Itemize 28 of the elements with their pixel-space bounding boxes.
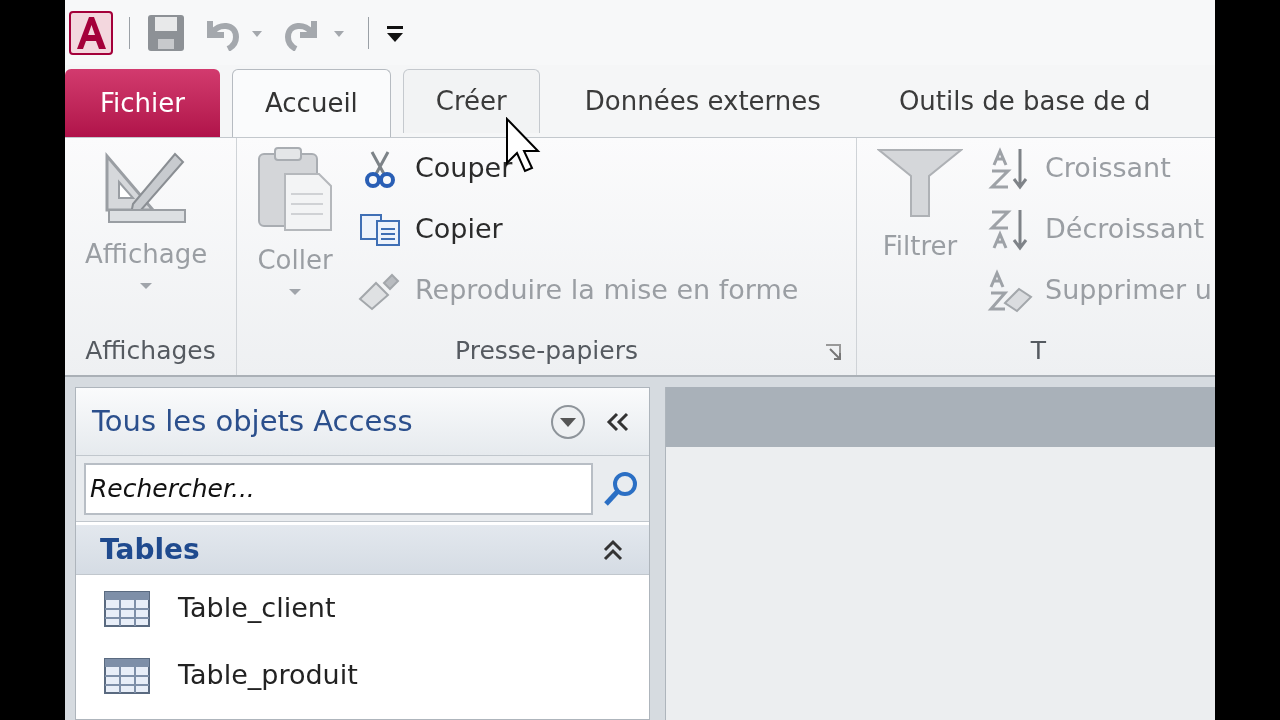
funnel-icon [877, 146, 963, 218]
ribbon-button[interactable]: Couper [357, 138, 799, 199]
caret-icon [139, 282, 154, 290]
group-label: T [1030, 335, 1047, 368]
app-logo-icon [69, 10, 113, 55]
group-title: Tables [100, 531, 201, 568]
pane-title: Tous les objets Access [91, 402, 414, 440]
sort-eraser-icon [987, 268, 1033, 313]
group-label: Presse-papiers [455, 335, 638, 368]
collapse-icon[interactable] [601, 537, 625, 562]
dialog-launcher-icon[interactable] [824, 343, 844, 361]
dropdown-circle-icon[interactable] [549, 402, 587, 441]
search-field[interactable]: Rechercher... [84, 462, 593, 515]
clipboard-icon [257, 146, 333, 232]
ribbon-tab[interactable]: Données externes [551, 69, 854, 133]
table-icon [104, 657, 150, 694]
file-tab[interactable]: Fichier [65, 69, 220, 137]
group-header[interactable]: Tables [76, 525, 649, 575]
save-icon[interactable] [146, 12, 186, 53]
copy-icon [359, 212, 401, 247]
group-label: Affichages [85, 335, 216, 368]
scissors-icon [364, 149, 396, 188]
table-icon [104, 590, 150, 627]
ribbon-tab[interactable]: Outils de base de d [865, 69, 1184, 133]
ribbon-tab[interactable]: Créer [402, 69, 540, 133]
ribbon-button[interactable]: Copier [357, 199, 799, 260]
caret-icon [288, 288, 302, 296]
ribbon-tab[interactable]: Accueil [232, 69, 391, 137]
